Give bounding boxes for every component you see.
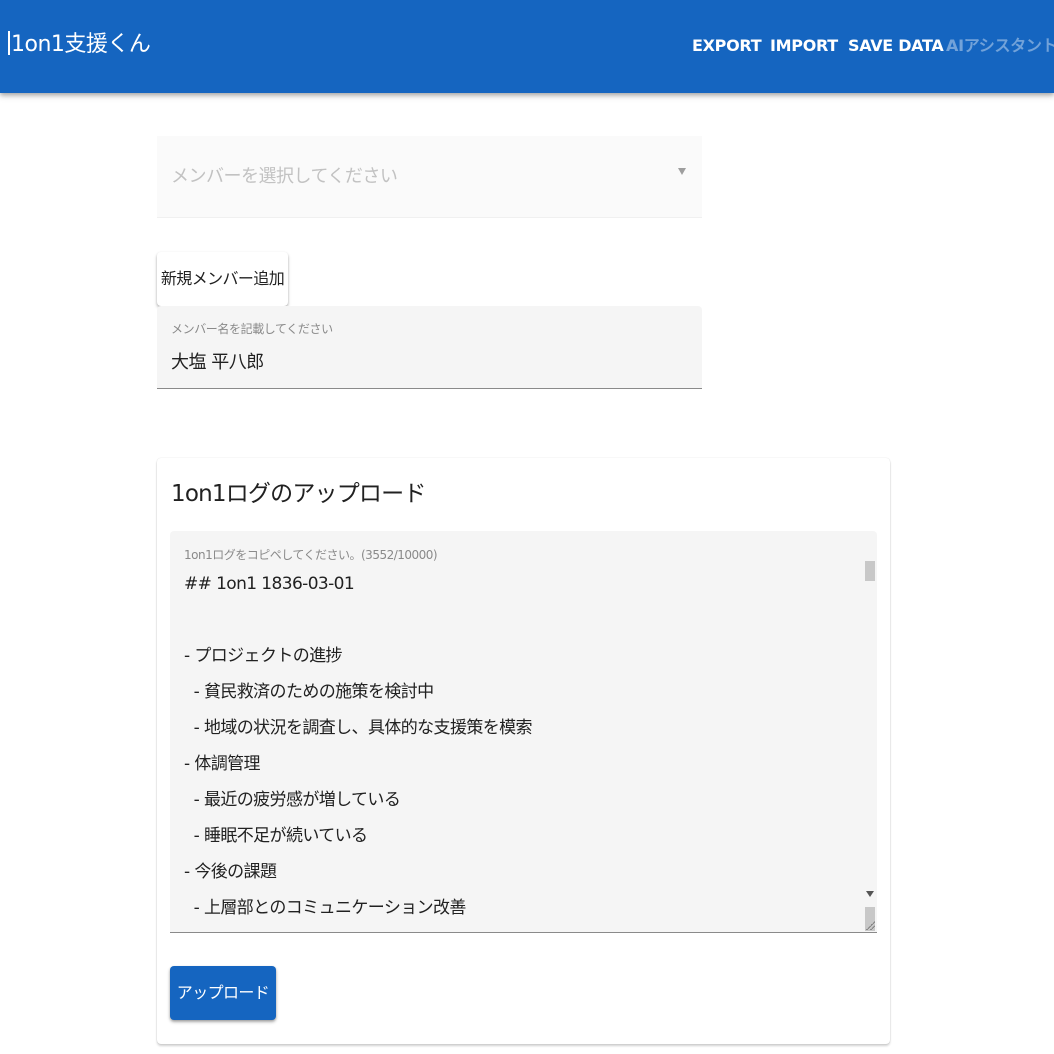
app-title: 1on1支援くん xyxy=(11,32,151,57)
add-member-button[interactable]: 新規メンバー追加 xyxy=(157,252,288,306)
log-line: - 上層部とのコミュニケーション改善 xyxy=(184,898,467,918)
log-line: ## 1on1 1836-03-01 xyxy=(184,574,355,594)
import-button[interactable]: IMPORT xyxy=(770,34,838,58)
scroll-down-arrow-icon[interactable] xyxy=(866,891,874,897)
log-line: - 地域の状況を調査し、具体的な支援策を模索 xyxy=(184,718,533,738)
member-select-placeholder: メンバーを選択してください xyxy=(171,166,398,187)
log-line: - 体調管理 xyxy=(184,754,261,774)
ai-assistant-button: AIアシスタント xyxy=(946,36,1054,55)
log-textarea[interactable]: 1on1ログをコピペしてください。(3552/10000) ## 1on1 18… xyxy=(170,531,877,933)
upload-button[interactable]: アップロード xyxy=(170,966,276,1020)
log-line: - 睡眠不足が続いている xyxy=(184,826,368,846)
text-cursor xyxy=(8,31,10,55)
log-line: - 最近の疲労感が増している xyxy=(184,790,401,810)
log-textarea-label: 1on1ログをコピペしてください。(3552/10000) xyxy=(184,548,438,562)
upload-card: 1on1ログのアップロード 1on1ログをコピペしてください。(3552/100… xyxy=(157,458,890,1044)
log-line: - プロジェクトの進捗 xyxy=(184,646,343,666)
resize-handle-icon[interactable] xyxy=(865,920,875,930)
export-button[interactable]: EXPORT xyxy=(692,34,762,58)
upload-card-title: 1on1ログのアップロード xyxy=(171,481,426,507)
member-name-input[interactable]: 大塩 平八郎 xyxy=(171,348,264,374)
scrollbar-thumb[interactable] xyxy=(865,561,875,581)
textarea-scrollbar[interactable] xyxy=(863,557,877,932)
log-text[interactable]: ## 1on1 1836-03-01 - プロジェクトの進捗 - 貧民救済のため… xyxy=(184,569,844,929)
log-line: - 今後の課題 xyxy=(184,862,277,882)
member-name-field[interactable]: メンバー名を記載してください 大塩 平八郎 xyxy=(157,306,702,389)
dropdown-arrow-icon[interactable] xyxy=(678,168,686,175)
member-select[interactable]: メンバーを選択してください xyxy=(157,136,702,218)
app-title-wrap: 1on1支援くん xyxy=(8,30,151,60)
log-line: - 貧民救済のための施策を検討中 xyxy=(184,682,435,702)
member-name-label: メンバー名を記載してください xyxy=(171,322,333,336)
app-bar: 1on1支援くん EXPORT IMPORT SAVE DATA AIアシスタン… xyxy=(0,0,1054,93)
save-data-button[interactable]: SAVE DATA xyxy=(848,34,944,58)
log-line xyxy=(184,605,844,641)
